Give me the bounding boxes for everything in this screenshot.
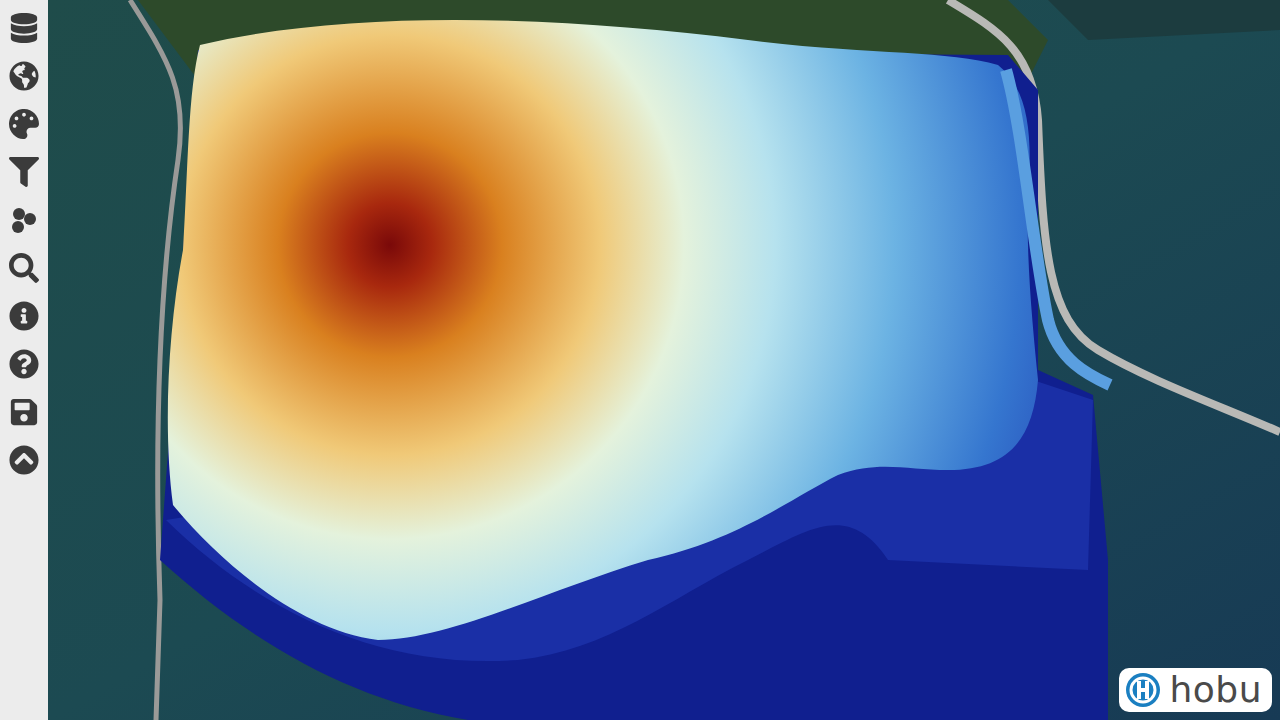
map-area[interactable]: hobu bbox=[48, 0, 1280, 720]
toolbar-button[interactable] bbox=[7, 13, 41, 43]
help-icon bbox=[9, 349, 39, 379]
toolbar bbox=[0, 0, 48, 720]
search-icon bbox=[9, 253, 39, 283]
toolbar-button[interactable] bbox=[7, 397, 41, 427]
toolbar-button[interactable] bbox=[7, 253, 41, 283]
toolbar-button[interactable] bbox=[7, 445, 41, 475]
viewer: hobu bbox=[0, 0, 1280, 720]
filter-icon bbox=[9, 157, 39, 187]
collapse-icon bbox=[9, 445, 39, 475]
save-icon bbox=[9, 397, 39, 427]
cluster-icon bbox=[9, 205, 39, 235]
globe-icon bbox=[9, 61, 39, 91]
toolbar-button[interactable] bbox=[7, 205, 41, 235]
info-icon bbox=[9, 301, 39, 331]
map-view[interactable] bbox=[48, 0, 1280, 720]
toolbar-button[interactable] bbox=[7, 157, 41, 187]
toolbar-button[interactable] bbox=[7, 349, 41, 379]
toolbar-button[interactable] bbox=[7, 61, 41, 91]
palette-icon bbox=[9, 109, 39, 139]
logo-text: hobu bbox=[1169, 672, 1262, 708]
toolbar-button[interactable] bbox=[7, 301, 41, 331]
database-icon bbox=[9, 13, 39, 43]
hobu-logo-icon bbox=[1125, 672, 1161, 708]
hobu-logo: hobu bbox=[1119, 668, 1272, 712]
toolbar-button[interactable] bbox=[7, 109, 41, 139]
